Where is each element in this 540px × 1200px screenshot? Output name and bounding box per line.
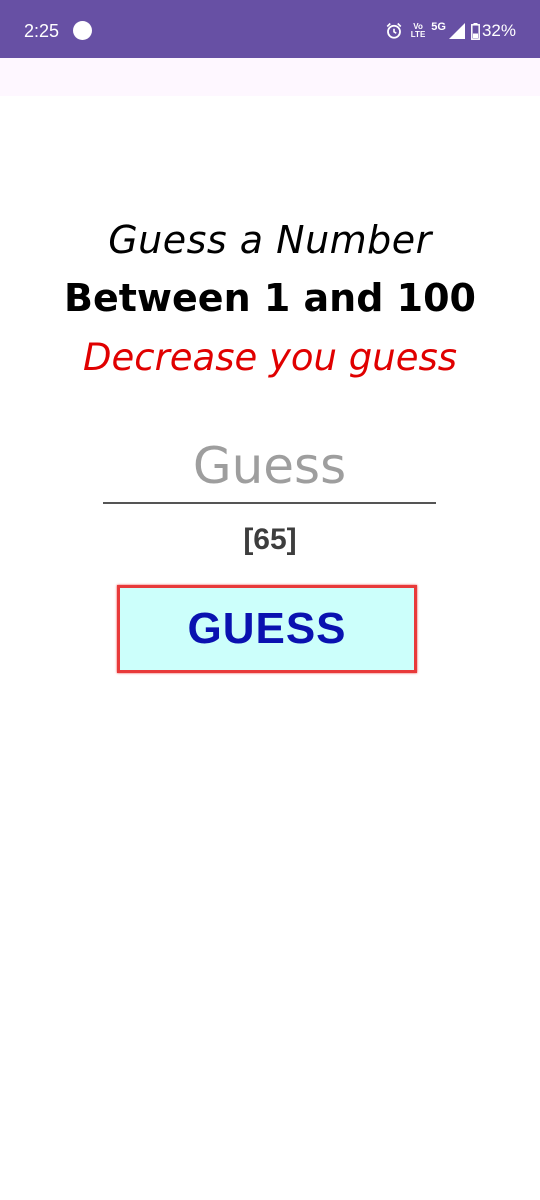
status-bar: 2:25 Vo LTE 5G 32% xyxy=(0,0,540,58)
previous-guesses: [65] xyxy=(243,523,297,556)
hint-text: Decrease you guess xyxy=(82,336,458,379)
signal-icon xyxy=(448,23,465,39)
volte-bottom-label: LTE xyxy=(410,30,426,39)
volte-icon: Vo LTE xyxy=(411,23,426,39)
guess-input[interactable] xyxy=(103,430,436,504)
guess-button[interactable]: GUESS xyxy=(117,585,417,673)
app-bar xyxy=(0,58,540,96)
status-time: 2:25 xyxy=(24,21,60,41)
battery-icon xyxy=(471,22,480,40)
notification-dot-icon xyxy=(73,21,92,40)
network-type: 5G xyxy=(431,21,446,33)
alarm-icon xyxy=(386,22,402,39)
title-line-2: Between 1 and 100 xyxy=(64,276,476,320)
status-icons: Vo LTE 5G 32% xyxy=(385,19,516,43)
battery-percent: 32% xyxy=(481,21,516,40)
title-line-1: Guess a Number xyxy=(108,218,432,262)
